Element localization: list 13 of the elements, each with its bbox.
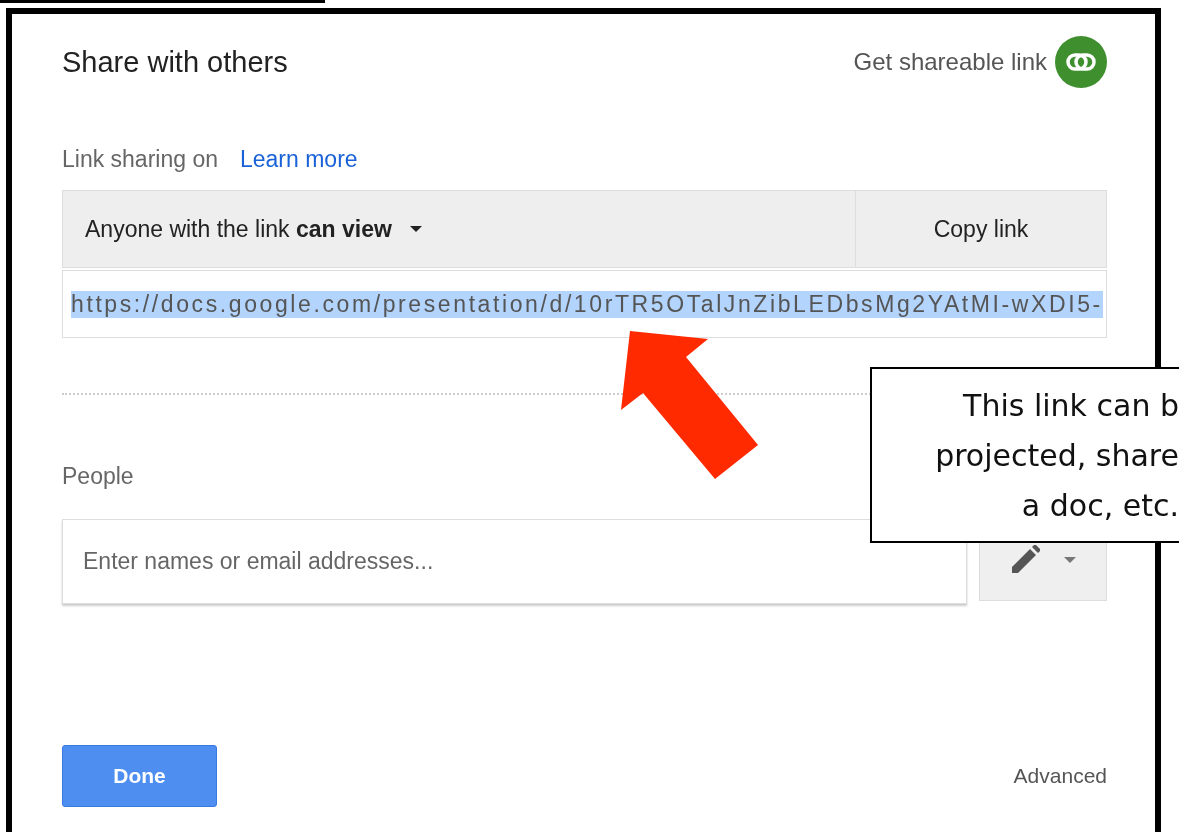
people-input-field[interactable]: Enter names or email addresses...	[62, 519, 967, 604]
advanced-link[interactable]: Advanced	[1013, 764, 1107, 788]
caret-icon	[1064, 557, 1076, 563]
people-label: People	[62, 463, 135, 489]
dialog-title: Share with others	[62, 45, 288, 79]
link-icon[interactable]	[1055, 36, 1107, 88]
caret-icon	[409, 226, 422, 232]
note-tooltip: This link can b projected, share a doc, etc.	[870, 367, 1179, 543]
get-shareable-link[interactable]: Get shareable link	[853, 48, 1047, 76]
url-field[interactable]: https://docs.google.com/presentation/d/10rTR5OTalJnZibLEDbsMg2YAtMI-wXDI5-	[62, 270, 1107, 338]
learn-more-link[interactable]: Learn more	[240, 145, 358, 173]
link-sharing-status: Link sharing on	[62, 145, 218, 173]
pencil-icon	[1010, 545, 1040, 575]
